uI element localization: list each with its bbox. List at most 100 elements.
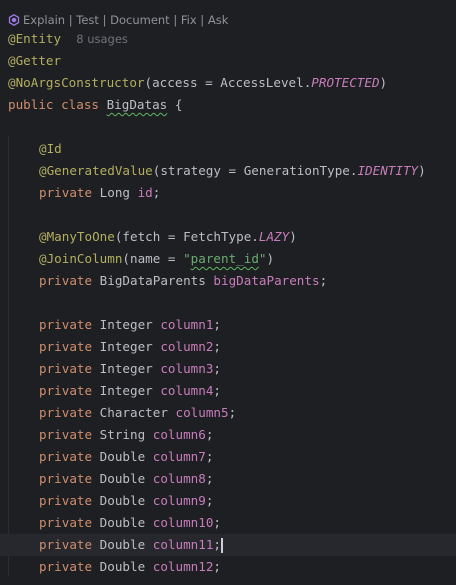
semicolon: ; — [213, 339, 221, 354]
semicolon: ; — [205, 471, 214, 486]
column-field-name: column6 — [152, 427, 206, 442]
quote-open: " — [183, 251, 191, 266]
many-to-one-close: ) — [289, 229, 297, 244]
column-field-name: column10 — [152, 515, 214, 530]
text-caret — [221, 538, 223, 553]
code-editor[interactable]: Explain | Test | Document | Fix | Ask @E… — [0, 0, 456, 585]
column-field-name: column5 — [175, 405, 229, 420]
id-annotation: @Id — [39, 141, 62, 156]
code-line-column-field[interactable]: private Double column7; — [39, 446, 213, 468]
private-keyword: private — [39, 185, 93, 200]
code-line-column-field[interactable]: private String column6; — [39, 424, 213, 446]
class-brace: { — [167, 97, 183, 112]
column-field-name: column7 — [152, 449, 206, 464]
field-type: Character — [92, 405, 176, 420]
code-line-column-field[interactable]: private Double column9; — [39, 490, 213, 512]
semicolon: ; — [152, 185, 161, 200]
code-line-many-to-one[interactable]: @ManyToOne(fetch = FetchType.LAZY) — [39, 226, 297, 248]
usages-link[interactable]: 8 usages — [76, 32, 128, 46]
code-line-column-field[interactable]: private Integer column2; — [39, 336, 221, 358]
field-type: Double — [92, 471, 153, 486]
field-type: Double — [92, 515, 153, 530]
protected-constant: PROTECTED — [311, 75, 380, 90]
id-field-name: id — [137, 185, 153, 200]
quote-close: " — [258, 251, 267, 266]
private-keyword: private — [39, 383, 93, 398]
ai-sparkle-icon — [8, 14, 20, 26]
field-type: Integer — [92, 339, 161, 354]
code-line-noargs[interactable]: @NoArgsConstructor(access = AccessLevel.… — [8, 72, 387, 94]
lazy-constant: LAZY — [258, 229, 290, 244]
private-keyword: private — [39, 515, 93, 530]
semicolon: ; — [205, 449, 214, 464]
code-line-class[interactable]: public class BigDatas { — [8, 94, 182, 116]
join-column-annotation: @JoinColumn — [39, 251, 123, 266]
field-type: String — [92, 427, 153, 442]
code-line-entity[interactable]: @Entity 8 usages — [8, 28, 128, 50]
field-type: Double — [92, 449, 153, 464]
getter-annotation: @Getter — [8, 53, 62, 68]
field-type: Double — [92, 559, 153, 574]
code-line-id-annotation[interactable]: @Id — [39, 138, 62, 160]
column-field-name: column1 — [160, 317, 214, 332]
private-keyword: private — [39, 273, 93, 288]
class-name[interactable]: BigDatas — [107, 97, 168, 112]
private-keyword: private — [39, 493, 93, 508]
entity-annotation: @Entity — [8, 31, 62, 46]
semicolon: ; — [213, 537, 222, 552]
generated-value-close: ) — [418, 163, 426, 178]
field-type: Integer — [92, 317, 161, 332]
column-field-name: column2 — [160, 339, 214, 354]
semicolon: ; — [205, 493, 214, 508]
code-line-column-field[interactable]: private Integer column3; — [39, 358, 221, 380]
code-line-getter[interactable]: @Getter — [8, 50, 61, 72]
noargs-annotation: @NoArgsConstructor — [8, 75, 145, 90]
column-field-name: column4 — [160, 383, 214, 398]
indent-guide — [8, 136, 9, 576]
class-keyword: public class — [8, 97, 99, 112]
field-type: Double — [92, 493, 153, 508]
semicolon: ; — [228, 405, 237, 420]
column-field-name: column9 — [152, 493, 206, 508]
semicolon: ; — [319, 273, 328, 288]
column-field-name: column8 — [152, 471, 206, 486]
private-keyword: private — [39, 471, 93, 486]
parent-field-name: bigDataParents — [213, 273, 320, 288]
semicolon: ; — [205, 427, 214, 442]
private-keyword: private — [39, 361, 93, 376]
noargs-args: (access = AccessLevel. — [144, 75, 312, 90]
code-line-id-field[interactable]: private Long id; — [39, 182, 160, 204]
noargs-close: ) — [379, 75, 388, 90]
ai-actions-label[interactable]: Explain | Test | Document | Fix | Ask — [23, 13, 228, 27]
private-keyword: private — [39, 317, 93, 332]
code-line-column-field[interactable]: private Character column5; — [39, 402, 236, 424]
semicolon: ; — [213, 317, 221, 332]
code-line-column-field[interactable]: private Double column10; — [39, 512, 221, 534]
column-field-name: column3 — [160, 361, 214, 376]
generated-value-annotation: @GeneratedValue — [39, 163, 153, 178]
join-column-close: ) — [266, 251, 275, 266]
field-type: Integer — [92, 383, 161, 398]
code-line-column-field[interactable]: private Integer column1; — [39, 314, 221, 336]
code-line-column-field[interactable]: private Double column8; — [39, 468, 213, 490]
many-to-one-args: (fetch = FetchType. — [114, 229, 259, 244]
field-type: Long — [92, 185, 138, 200]
column-field-name: column11 — [152, 537, 214, 552]
code-line-column-field[interactable]: private Integer column4; — [39, 380, 221, 402]
code-line-parent-field[interactable]: private BigDataParents bigDataParents; — [39, 270, 327, 292]
code-line-column-field[interactable]: private Double column11; — [39, 534, 223, 556]
private-keyword: private — [39, 537, 93, 552]
code-line-column-field[interactable]: private Double column12; — [39, 556, 221, 578]
inline-ai-actions[interactable]: Explain | Test | Document | Fix | Ask — [8, 11, 228, 29]
code-line-generated-value[interactable]: @GeneratedValue(strategy = GenerationTyp… — [39, 160, 426, 182]
private-keyword: private — [39, 559, 93, 574]
semicolon: ; — [213, 515, 222, 530]
generated-value-args: (strategy = GenerationType. — [152, 163, 358, 178]
field-type: BigDataParents — [92, 273, 214, 288]
parent-id-string[interactable]: parent_id — [191, 251, 259, 266]
private-keyword: private — [39, 405, 93, 420]
code-line-join-column[interactable]: @JoinColumn(name = "parent_id") — [39, 248, 274, 270]
field-type: Double — [92, 537, 153, 552]
identity-constant: IDENTITY — [357, 163, 419, 178]
field-type: Integer — [92, 361, 161, 376]
